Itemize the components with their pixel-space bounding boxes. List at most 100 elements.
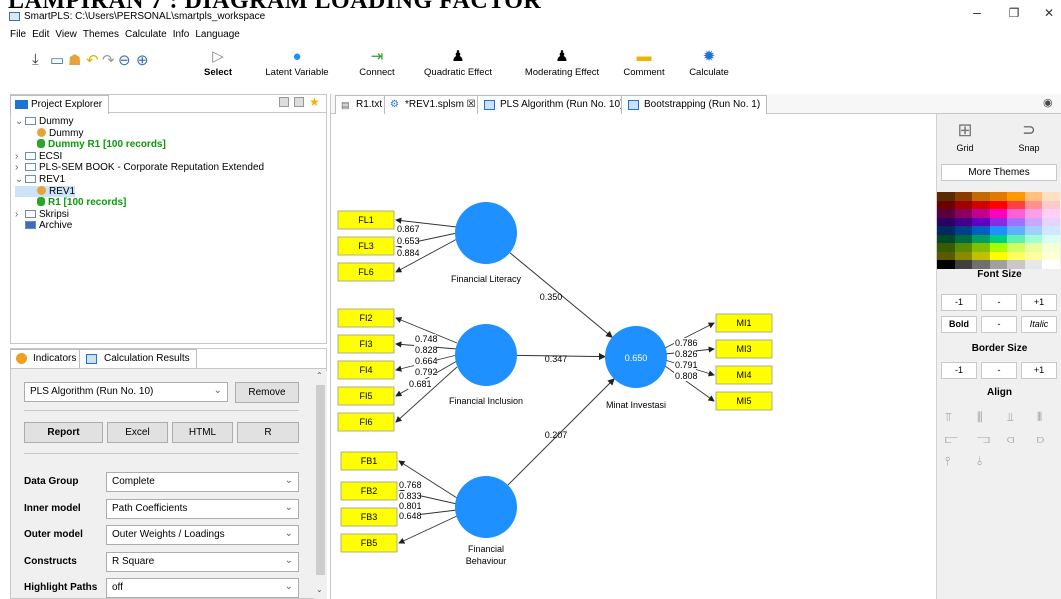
tree-item[interactable]: › PLS-SEM BOOK - Corporate Reputation Ext… (15, 162, 264, 174)
chevron-right-icon[interactable]: › (15, 151, 25, 163)
option-select[interactable]: Complete ⌄ (106, 472, 299, 492)
italic-button[interactable]: Italic (1021, 316, 1057, 333)
color-swatch[interactable] (1024, 243, 1042, 252)
color-swatch[interactable] (989, 234, 1007, 243)
menu-file[interactable]: File (10, 29, 26, 40)
color-swatch[interactable] (989, 226, 1007, 235)
color-swatch[interactable] (937, 217, 955, 226)
color-swatch[interactable] (954, 226, 972, 235)
menu-themes[interactable]: Themes (83, 29, 119, 40)
r-button[interactable]: R (237, 422, 299, 443)
color-swatch[interactable] (989, 217, 1007, 226)
distribute-v-icon[interactable]: ⫰ (977, 454, 982, 469)
moderating-effect-tool[interactable]: ♟ Moderating Effect (520, 47, 604, 78)
color-swatch[interactable] (954, 234, 972, 243)
color-swatch[interactable] (1024, 226, 1042, 235)
color-swatch[interactable] (1007, 260, 1025, 269)
tree-item[interactable]: › ECSI (15, 151, 264, 163)
path-model-canvas[interactable]: 0.350 0.347 0.207 0.867 0.653 0.884 0.7480.828… (331, 115, 937, 599)
border-increase[interactable]: +1 (1021, 362, 1057, 379)
color-swatch[interactable] (937, 200, 955, 209)
align-top-icon[interactable]: ⫪ (945, 410, 952, 425)
align-bottom-icon[interactable]: ⫫ (1007, 410, 1014, 425)
option-select[interactable]: R Square ⌄ (106, 551, 299, 572)
latent-variable-tool[interactable]: ● Latent Variable (265, 47, 329, 78)
undo-icon[interactable]: ↶ (86, 51, 99, 69)
tab-project-explorer[interactable]: Project Explorer (10, 95, 110, 114)
color-swatch[interactable] (972, 217, 990, 226)
zoom-in-icon[interactable]: ⊕ (136, 51, 149, 69)
run-select[interactable]: PLS Algorithm (Run No. 10) ⌄ (24, 382, 228, 402)
color-swatch[interactable] (954, 209, 972, 218)
color-swatch[interactable] (937, 260, 955, 269)
align-left-icon[interactable]: ⫍ (945, 432, 958, 447)
color-swatch[interactable] (1042, 243, 1060, 252)
html-button[interactable]: HTML (172, 422, 233, 443)
chevron-down-icon[interactable]: ⌄ (15, 174, 25, 186)
palette-icon[interactable]: ◉ (1043, 96, 1053, 109)
font-size-increase[interactable]: +1 (1021, 294, 1057, 311)
select-tool[interactable]: ▷ Select (204, 47, 232, 78)
color-swatch[interactable] (1024, 209, 1042, 218)
color-swatch[interactable] (1007, 192, 1025, 201)
color-swatch[interactable] (954, 200, 972, 209)
color-swatch[interactable] (1007, 209, 1025, 218)
color-swatch[interactable] (1042, 217, 1060, 226)
border-decrease[interactable]: -1 (941, 362, 977, 379)
color-swatch[interactable] (1042, 226, 1060, 235)
color-swatch[interactable] (1007, 234, 1025, 243)
color-swatch[interactable] (1042, 251, 1060, 260)
option-select[interactable]: off ⌄ (106, 578, 299, 598)
color-swatch[interactable] (972, 200, 990, 209)
construct-circle[interactable] (455, 476, 517, 538)
import-icon[interactable]: ⤓ (32, 51, 39, 68)
color-swatch[interactable] (1024, 217, 1042, 226)
color-swatch[interactable] (1024, 192, 1042, 201)
chevron-right-icon[interactable]: › (15, 162, 25, 174)
excel-button[interactable]: Excel (107, 422, 168, 443)
align-middle-icon[interactable]: ⫼ (977, 410, 983, 425)
connect-tool[interactable]: ⇥ Connect (355, 47, 399, 78)
color-swatch[interactable] (972, 234, 990, 243)
tree-item[interactable]: REV1 (15, 185, 76, 198)
color-swatch[interactable] (1007, 251, 1025, 260)
align-end-icon[interactable]: ⫏ (1007, 432, 1014, 447)
scroll-up-icon[interactable]: ⌃ (316, 371, 323, 380)
minimize-panel-icon[interactable] (294, 97, 304, 107)
color-swatch[interactable] (989, 243, 1007, 252)
font-size-reset[interactable]: - (981, 294, 1017, 311)
color-swatch[interactable] (954, 243, 972, 252)
color-swatch[interactable] (972, 251, 990, 260)
color-swatch[interactable] (954, 251, 972, 260)
color-swatch[interactable] (972, 260, 990, 269)
color-swatch[interactable] (1042, 234, 1060, 243)
color-swatch[interactable] (972, 243, 990, 252)
tree-item[interactable]: Archive (15, 220, 264, 232)
color-swatch[interactable] (1007, 200, 1025, 209)
zoom-out-icon[interactable]: ⊖ (118, 51, 131, 69)
color-swatch[interactable] (1024, 234, 1042, 243)
menu-calculate[interactable]: Calculate (125, 29, 167, 40)
color-swatch[interactable] (937, 226, 955, 235)
menu-language[interactable]: Language (195, 29, 240, 40)
color-swatch[interactable] (989, 200, 1007, 209)
color-swatch[interactable] (989, 251, 1007, 260)
tab-r1-txt[interactable]: ▤ R1.txt (335, 95, 390, 114)
align-center-icon[interactable]: ⫎ (977, 432, 990, 447)
construct-circle[interactable] (455, 324, 517, 386)
color-swatch[interactable] (937, 192, 955, 201)
scrollbar-thumb[interactable] (316, 385, 325, 575)
option-select[interactable]: Outer Weights / Loadings ⌄ (106, 525, 299, 545)
new-model-icon[interactable]: ☗ (68, 51, 81, 69)
calculate-tool[interactable]: ✹ Calculate (687, 47, 731, 78)
color-swatch[interactable] (972, 209, 990, 218)
color-swatch[interactable] (1007, 226, 1025, 235)
color-swatch[interactable] (937, 234, 955, 243)
construct-circle[interactable] (455, 202, 517, 264)
tab-indicators[interactable]: Indicators (10, 349, 84, 368)
color-swatch[interactable] (954, 192, 972, 201)
color-swatch[interactable] (1042, 192, 1060, 201)
maximize-panel-icon[interactable] (279, 97, 289, 107)
new-project-icon[interactable]: ▭ (50, 51, 64, 69)
color-swatch[interactable] (937, 251, 955, 260)
